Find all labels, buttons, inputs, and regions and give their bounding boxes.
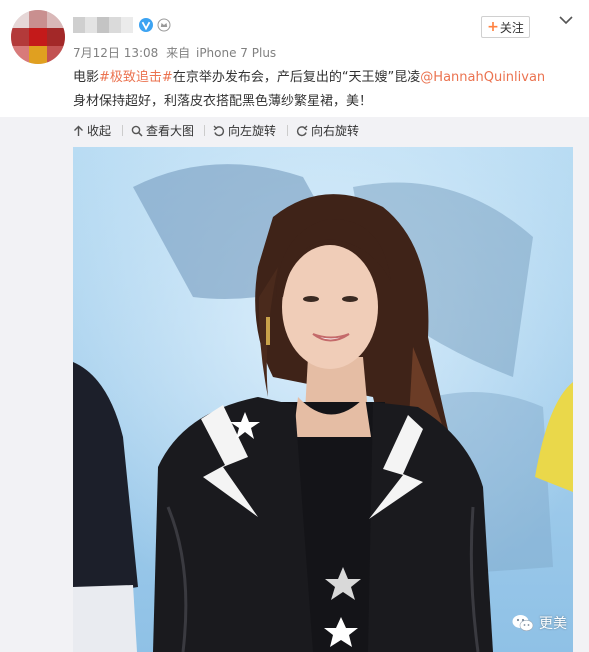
rotate-left-button[interactable]: 向左旋转 <box>213 117 276 144</box>
view-large-label: 查看大图 <box>146 124 195 138</box>
rotate-right-label: 向右旋转 <box>311 124 360 138</box>
avatar[interactable] <box>11 10 65 64</box>
media-toolbar: 收起 查看大图 向左旋转 向右旋转 <box>0 117 589 144</box>
photo-illustration <box>73 147 573 652</box>
weibo-post-card: 7月12日 13:08 来自 iPhone 7 Plus + 关注 电影#极致追… <box>0 0 589 652</box>
topic-link[interactable]: #极致追击# <box>99 70 173 85</box>
post-text-line-1: 电影#极致追击#在京举办发布会，产后复出的“天王嫂”昆凌@HannahQuinl… <box>73 66 573 90</box>
text-segment: 电影 <box>73 70 100 85</box>
verified-icon <box>139 18 153 32</box>
post-meta: 7月12日 13:08 来自 iPhone 7 Plus <box>73 44 280 61</box>
post-source-device[interactable]: iPhone 7 Plus <box>196 46 276 60</box>
rotate-left-label: 向左旋转 <box>228 124 277 138</box>
follow-label: 关注 <box>499 20 524 35</box>
view-large-button[interactable]: 查看大图 <box>131 117 194 144</box>
chevron-down-icon[interactable] <box>558 14 574 28</box>
follow-button[interactable]: + 关注 <box>481 16 530 38</box>
username-row <box>73 14 171 36</box>
post-photo[interactable] <box>73 147 573 652</box>
mention-link[interactable]: @HannahQuinlivan <box>420 70 545 85</box>
crown-icon <box>157 18 171 32</box>
arrow-up-icon <box>74 125 83 136</box>
magnifier-icon <box>131 125 143 137</box>
post-text: 电影#极致追击#在京举办发布会，产后复出的“天王嫂”昆凌@HannahQuinl… <box>73 66 573 114</box>
plus-icon: + <box>487 19 499 35</box>
username[interactable] <box>73 17 133 33</box>
post-text-line-2: 身材保持超好，利落皮衣搭配黑色薄纱繁星裙，美！ <box>73 94 373 109</box>
watermark-text: 更美 <box>539 616 567 632</box>
toolbar-divider <box>204 125 205 136</box>
post-timestamp[interactable]: 7月12日 13:08 <box>73 46 158 60</box>
collapse-label: 收起 <box>87 124 112 138</box>
rotate-right-button[interactable]: 向右旋转 <box>296 117 359 144</box>
text-segment: 在京举办发布会，产后复出的“天王嫂”昆凌 <box>172 70 421 85</box>
toolbar-divider <box>122 125 123 136</box>
wechat-icon <box>512 615 534 632</box>
post-source-prefix: 来自 <box>166 46 191 60</box>
toolbar-divider <box>287 125 288 136</box>
rotate-right-icon <box>296 125 308 136</box>
rotate-left-icon <box>213 125 225 136</box>
collapse-button[interactable]: 收起 <box>73 117 111 144</box>
watermark: 更美 <box>512 613 567 633</box>
